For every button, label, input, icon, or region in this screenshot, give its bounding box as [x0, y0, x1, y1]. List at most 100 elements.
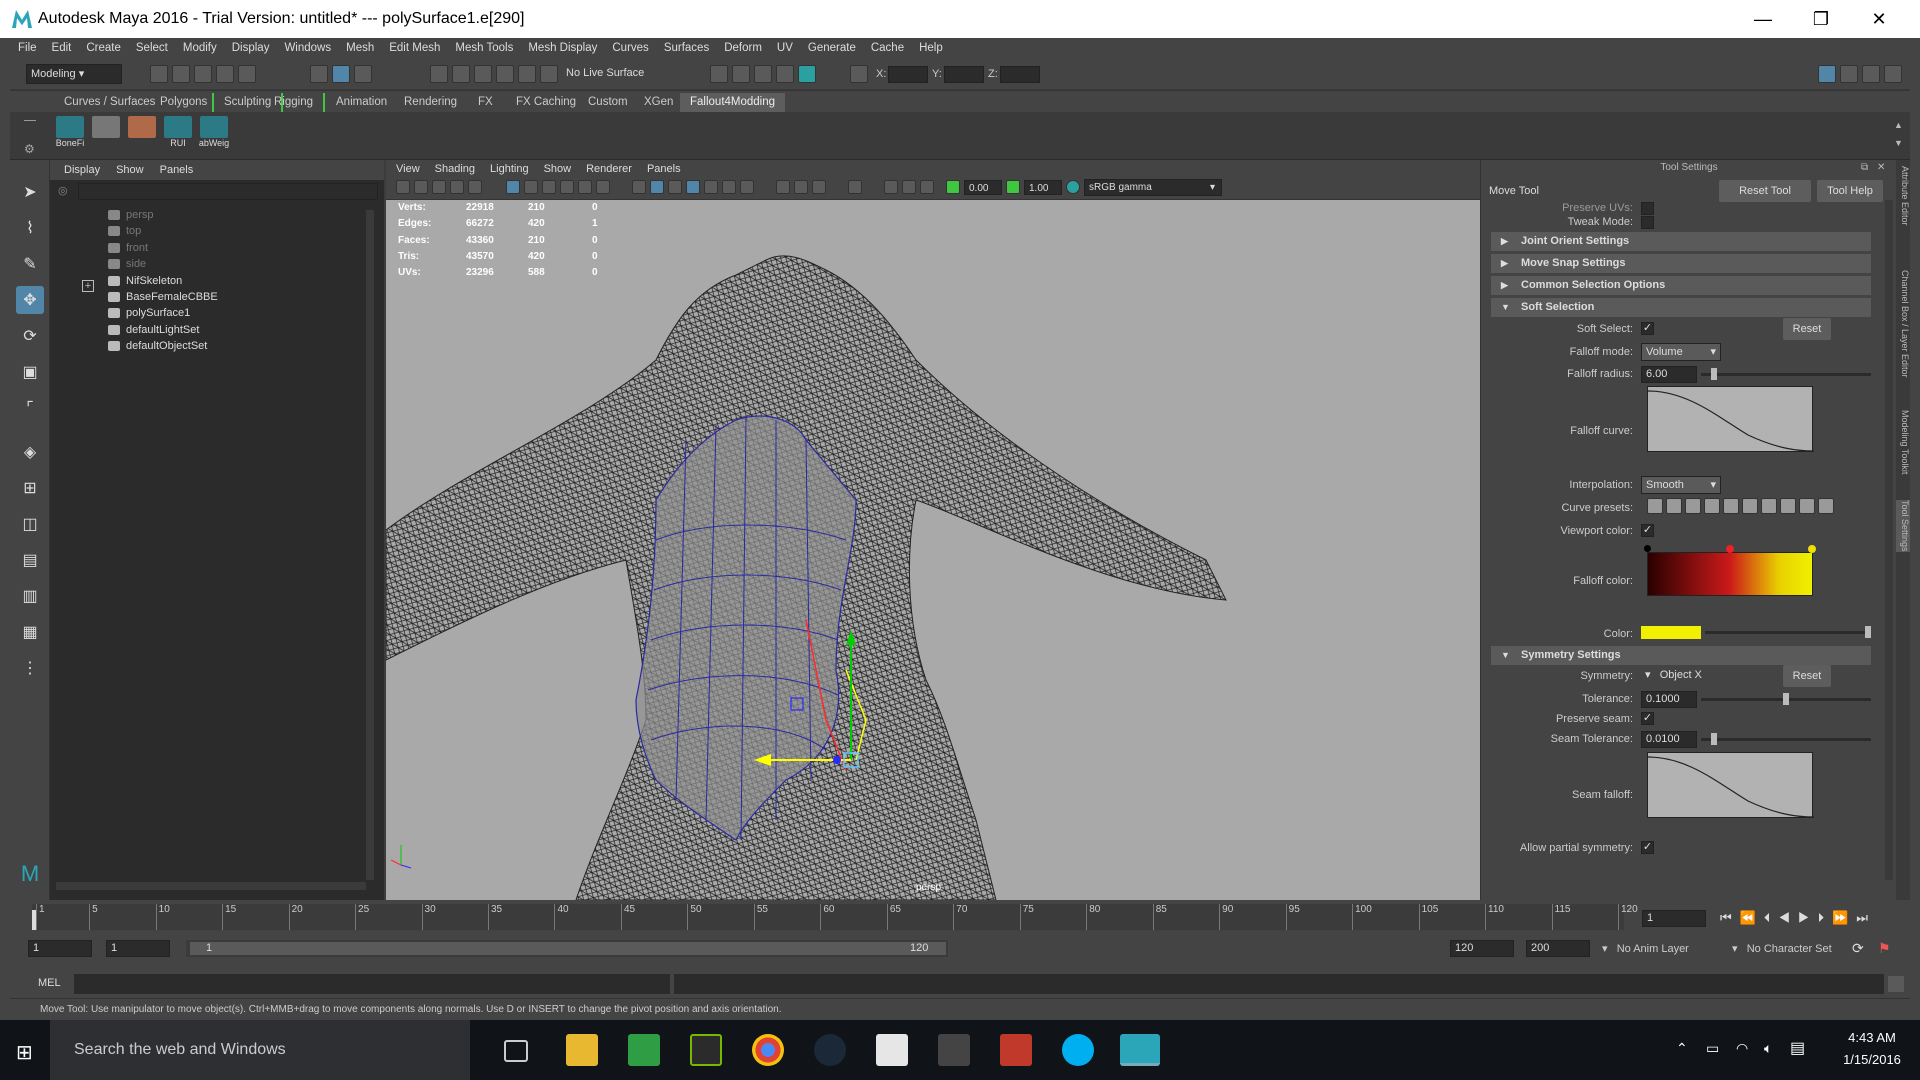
layout-outliner-icon[interactable] [1862, 65, 1880, 83]
menu-curves[interactable]: Curves [612, 42, 648, 54]
curve-preset-icon[interactable] [1723, 498, 1739, 514]
layout-two-pane-icon[interactable]: ◫ [16, 510, 44, 538]
outliner-item-basefemalecbbe[interactable]: BaseFemaleCBBE [108, 288, 218, 306]
save-scene-icon[interactable] [194, 65, 212, 83]
volume-icon[interactable]: 🔈︎ [1764, 1040, 1772, 1057]
outliner-item-front[interactable]: front [108, 239, 148, 257]
play-forwards-icon[interactable]: ▶ [1798, 910, 1818, 925]
snap-point-icon[interactable] [474, 65, 492, 83]
curve-preset-icon[interactable] [1704, 498, 1720, 514]
reset-tool-button[interactable]: Reset Tool [1719, 180, 1811, 202]
x-field[interactable] [888, 66, 928, 83]
expand-nifskeleton-icon[interactable]: + [82, 280, 94, 292]
hypershade-icon[interactable] [798, 65, 816, 83]
show-hidden-icons-icon[interactable]: ⌃ [1676, 1040, 1688, 1057]
falloff-color-ramp[interactable] [1647, 552, 1813, 596]
layout-persp-graph-icon[interactable]: ▥ [16, 582, 44, 610]
shelf-tab-xgen[interactable]: XGen [634, 93, 683, 112]
layout-four-icon[interactable] [1840, 65, 1858, 83]
tool-help-button[interactable]: Tool Help [1817, 180, 1883, 202]
ramp-key-handle[interactable] [1808, 545, 1816, 553]
render-settings-icon[interactable] [776, 65, 794, 83]
ramp-key-handle[interactable] [1644, 545, 1651, 552]
curve-preset-icon[interactable] [1799, 498, 1815, 514]
side-tab-attribute-editor[interactable]: Attribute Editor [1896, 166, 1910, 226]
range-slider-bar[interactable] [190, 942, 946, 955]
soft-select-checkbox[interactable]: ✓ [1641, 322, 1654, 335]
z-field[interactable] [1000, 66, 1040, 83]
select-component-icon[interactable] [332, 65, 350, 83]
tolerance-slider[interactable] [1701, 693, 1871, 705]
falloff-radius-slider-knob[interactable] [1711, 368, 1717, 380]
falloff-radius-field[interactable]: 6.00 [1641, 366, 1697, 383]
character-set-dropdown[interactable]: ▾ No Character Set [1732, 942, 1832, 955]
motion-blur-icon[interactable] [794, 180, 808, 194]
menu-deform[interactable]: Deform [724, 42, 762, 54]
viewport-color-checkbox[interactable]: ✓ [1641, 524, 1654, 537]
bookmark-icon[interactable] [432, 180, 446, 194]
menu-file[interactable]: File [18, 42, 37, 54]
curve-preset-icon[interactable] [1818, 498, 1834, 514]
seam-falloff-graph[interactable] [1647, 752, 1815, 818]
taskbar-time[interactable]: 4:43 AM [1832, 1030, 1912, 1045]
wifi-icon[interactable]: ◠ [1736, 1040, 1748, 1057]
ambient-occlusion-icon[interactable] [776, 180, 790, 194]
outliner-item-persp[interactable]: persp [108, 206, 154, 224]
anim-end-field[interactable]: 200 [1526, 940, 1590, 957]
ipr-render-icon[interactable] [754, 65, 772, 83]
tolerance-slider-knob[interactable] [1783, 693, 1789, 705]
interpolation-dropdown[interactable]: Smooth ▾ [1641, 476, 1721, 494]
symmetry-reset-button[interactable]: Reset [1783, 665, 1831, 687]
snap-curve-icon[interactable] [452, 65, 470, 83]
panel-float-icon[interactable]: ⧉ [1861, 162, 1868, 173]
menu-display[interactable]: Display [232, 42, 270, 54]
xray-icon[interactable] [884, 180, 898, 194]
select-hierarchy-icon[interactable] [310, 65, 328, 83]
menu-create[interactable]: Create [86, 42, 121, 54]
layout-four-pane-icon[interactable]: ⊞ [16, 474, 44, 502]
shelf-tab-animation[interactable]: Animation [326, 93, 397, 112]
paint-select-tool-icon[interactable]: ✎ [16, 250, 44, 278]
color-slider-knob[interactable] [1865, 626, 1871, 638]
default-material-icon[interactable] [668, 180, 682, 194]
last-tool-icon[interactable]: ⌜ [16, 394, 44, 422]
shelf-tab-rigging[interactable]: Rigging [264, 93, 325, 112]
select-object-icon[interactable] [354, 65, 372, 83]
viewport-menu-show[interactable]: Show [544, 163, 572, 175]
model-wireframe[interactable] [386, 200, 1480, 900]
current-frame-field[interactable]: 1 [1642, 910, 1706, 927]
isolate-select-icon[interactable] [848, 180, 862, 194]
seam-tolerance-slider[interactable] [1701, 733, 1871, 745]
playback-start-field[interactable]: 1 [106, 940, 170, 957]
auto-key-icon[interactable]: ⟳ [1852, 940, 1864, 957]
move-z-handle[interactable] [833, 756, 841, 764]
y-field[interactable] [944, 66, 984, 83]
anim-layer-dropdown[interactable]: ▾ No Anim Layer [1602, 942, 1689, 955]
task-view-icon[interactable] [504, 1040, 528, 1062]
live-surface-label[interactable]: No Live Surface [566, 67, 644, 79]
side-tab-modeling-toolkit[interactable]: Modeling Toolkit [1896, 410, 1910, 474]
panel-close-icon[interactable]: ✕ [1877, 162, 1885, 173]
menu-mesh[interactable]: Mesh [346, 42, 374, 54]
outliner-item-side[interactable]: side [108, 255, 146, 273]
side-tab-tool-settings[interactable]: Tool Settings [1896, 500, 1910, 552]
side-tab-channel-box[interactable]: Channel Box / Layer Editor [1896, 270, 1910, 378]
menu-mesh-display[interactable]: Mesh Display [528, 42, 597, 54]
curve-preset-icon[interactable] [1647, 498, 1663, 514]
render-view-icon[interactable] [710, 65, 728, 83]
textured-icon[interactable] [704, 180, 718, 194]
layout-single-pane-icon[interactable]: ◈ [16, 438, 44, 466]
camera-select-icon[interactable] [396, 180, 410, 194]
falloff-radius-slider[interactable] [1701, 368, 1871, 380]
snap-surface-icon[interactable] [518, 65, 536, 83]
step-back-icon[interactable]: ⏪ [1740, 910, 1764, 925]
smooth-shade-icon[interactable] [650, 180, 664, 194]
undo-icon[interactable] [216, 65, 234, 83]
rotate-tool-icon[interactable]: ⟳ [16, 322, 44, 350]
shelf-tab-custom[interactable]: Custom [578, 93, 638, 112]
outliner-menu-display[interactable]: Display [64, 164, 100, 176]
gamma-field[interactable]: 1.00 [1024, 180, 1062, 195]
curve-preset-icon[interactable] [1666, 498, 1682, 514]
step-forward-key-icon[interactable]: ⏵ [1818, 910, 1833, 925]
snap-grid-icon[interactable] [430, 65, 448, 83]
